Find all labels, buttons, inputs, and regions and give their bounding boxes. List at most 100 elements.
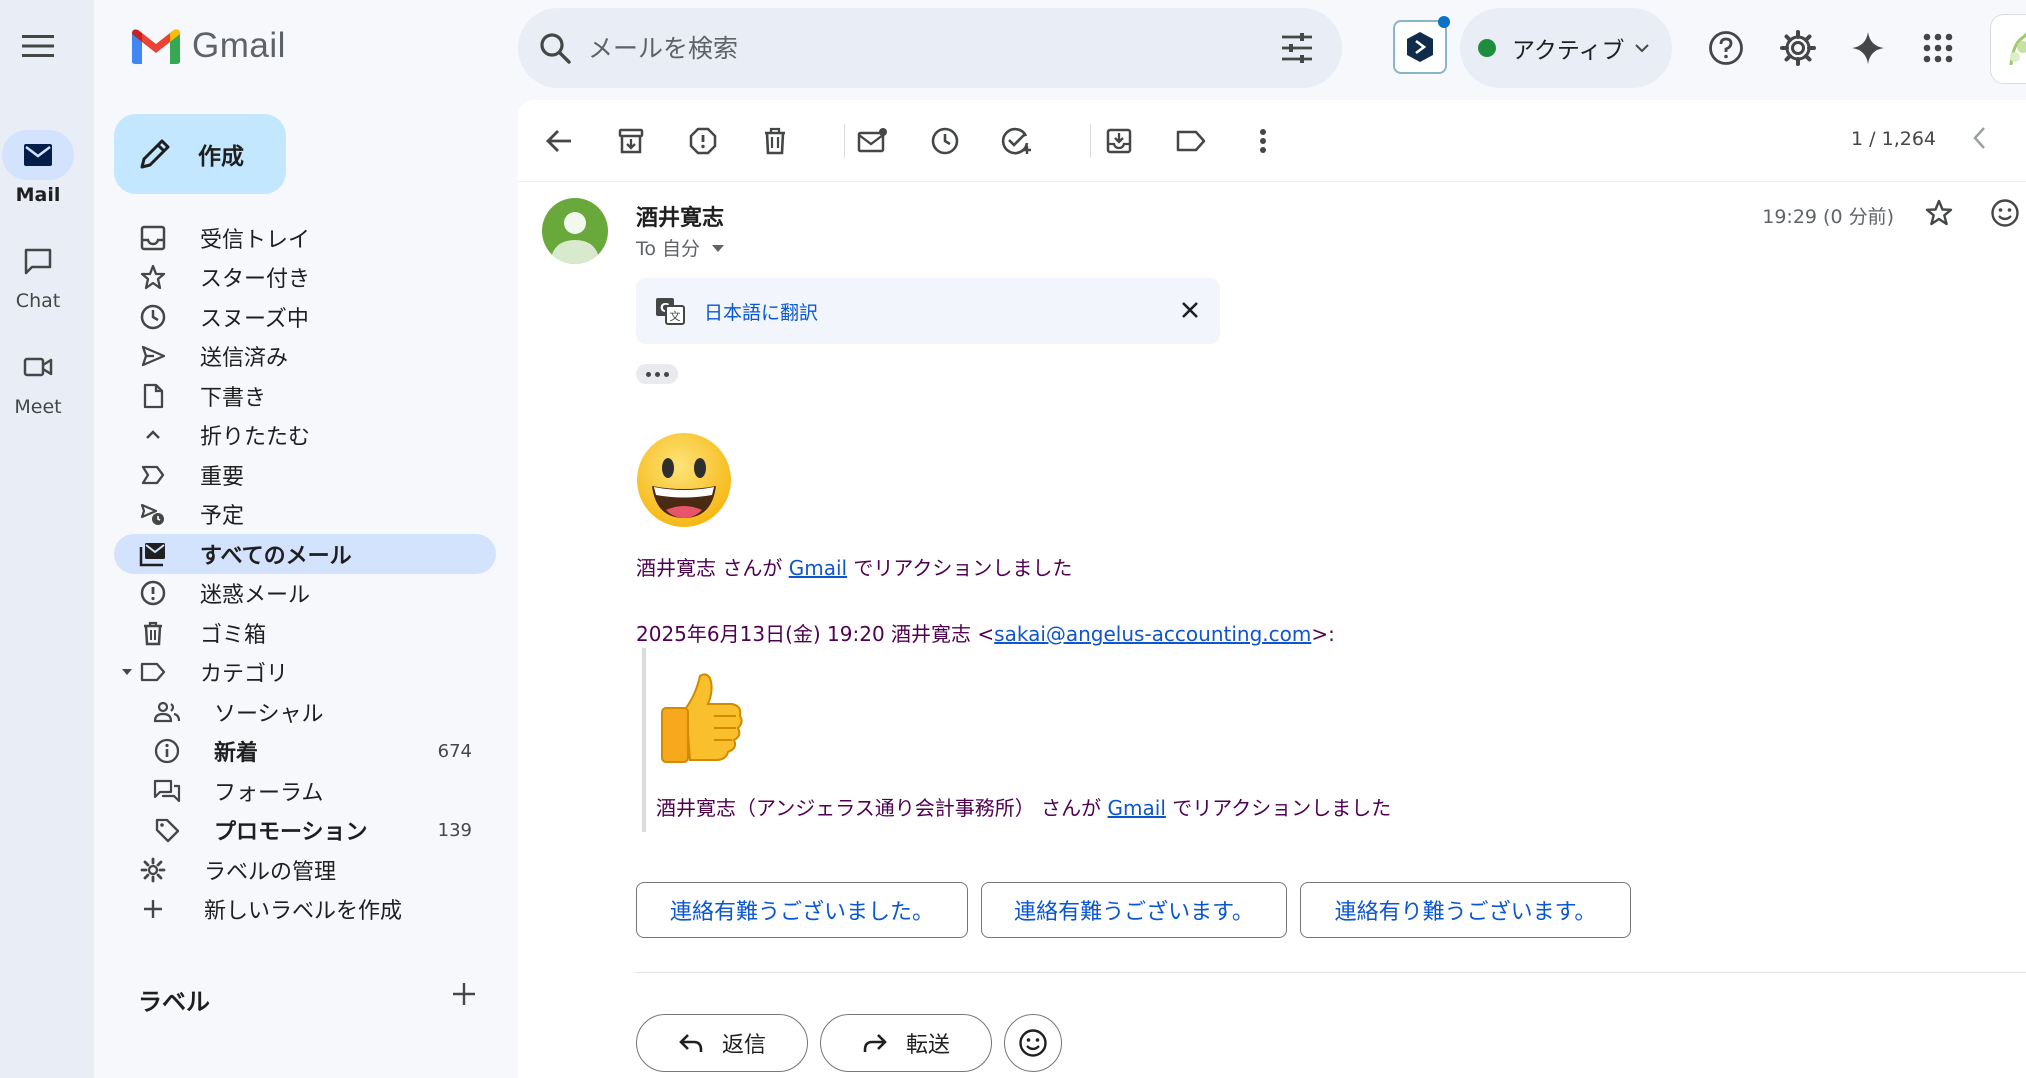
label-icon[interactable] bbox=[1170, 120, 1212, 162]
nav-create-label[interactable]: 新しいラベルを作成 bbox=[114, 890, 496, 930]
add-to-tasks-icon[interactable] bbox=[996, 120, 1038, 162]
quote-header-post: >: bbox=[1311, 622, 1335, 646]
gemini-sparkle-icon[interactable] bbox=[1848, 28, 1888, 68]
show-trimmed-content-button[interactable] bbox=[636, 364, 678, 384]
category-label-icon bbox=[138, 657, 168, 687]
recipient-details[interactable]: To 自分 bbox=[636, 234, 726, 261]
quote-bar bbox=[642, 648, 646, 832]
snooze-icon[interactable] bbox=[924, 120, 966, 162]
status-label: アクティブ bbox=[1512, 38, 1625, 64]
star-message-icon[interactable] bbox=[1924, 198, 1954, 228]
info-icon bbox=[152, 736, 182, 766]
nav-starred[interactable]: スター付き bbox=[114, 258, 496, 298]
social-people-icon bbox=[152, 697, 182, 727]
move-to-icon[interactable] bbox=[1098, 120, 1140, 162]
chevron-left-icon[interactable] bbox=[1970, 124, 1990, 152]
grinning-face-emoji bbox=[634, 430, 734, 530]
promotions-count: 139 bbox=[437, 819, 472, 841]
forward-button[interactable]: 転送 bbox=[820, 1014, 992, 1072]
extension-button[interactable] bbox=[1393, 20, 1447, 74]
smiley-icon bbox=[1019, 1029, 1047, 1057]
quoted-reaction-mid: さんが bbox=[1034, 796, 1108, 820]
nav-promotions[interactable]: プロモーション 139 bbox=[114, 811, 496, 851]
nav-sent[interactable]: 送信済み bbox=[114, 337, 496, 377]
back-arrow-icon[interactable] bbox=[538, 120, 580, 162]
quoted-gmail-link[interactable]: Gmail bbox=[1108, 796, 1166, 820]
search-icon[interactable] bbox=[538, 31, 572, 65]
nav-snoozed-label: スヌーズ中 bbox=[200, 306, 309, 332]
nav-updates[interactable]: 新着 674 bbox=[114, 732, 496, 772]
forum-icon bbox=[152, 776, 182, 806]
nav-manage-labels-label: ラベルの管理 bbox=[204, 859, 337, 885]
add-reaction-icon[interactable] bbox=[1990, 198, 2020, 228]
main-menu-icon[interactable] bbox=[18, 26, 58, 66]
quote-header-pre: 2025年6月13日(金) 19:20 酒井寛志 < bbox=[636, 622, 995, 646]
search-bar bbox=[518, 8, 1342, 88]
sender-avatar[interactable] bbox=[542, 198, 608, 264]
gmail-logo[interactable]: Gmail bbox=[130, 26, 286, 66]
video-camera-icon bbox=[2, 342, 74, 392]
caret-down-icon[interactable] bbox=[120, 665, 134, 679]
compose-button[interactable]: 作成 bbox=[114, 114, 286, 194]
sender-email-link[interactable]: sakai@angelus-accounting.com bbox=[994, 622, 1311, 646]
nav-collapse-label: 折りたたむ bbox=[200, 425, 311, 451]
rail-meet[interactable]: Meet bbox=[0, 342, 76, 418]
search-input[interactable] bbox=[588, 33, 1228, 63]
gear-icon bbox=[138, 855, 168, 885]
help-icon[interactable] bbox=[1706, 28, 1746, 68]
important-label-icon bbox=[138, 460, 168, 490]
person-silhouette-icon bbox=[550, 212, 600, 264]
message-panel: 1 / 1,264 酒井寛志 To 自分 19:29 (0 分前) G文 日本語… bbox=[518, 100, 2026, 1078]
more-options-icon[interactable] bbox=[1242, 120, 1284, 162]
smart-reply-1[interactable]: 連絡有難うございました。 bbox=[636, 882, 968, 938]
sidebar: Gmail 作成 受信トレイ スター付き スヌーズ中 送信済み 下書き 折りたた… bbox=[94, 0, 514, 1078]
reaction-text-mid: さんが bbox=[716, 556, 789, 580]
smart-reply-2[interactable]: 連絡有難うございます。 bbox=[981, 882, 1287, 938]
rail-mail[interactable]: Mail bbox=[0, 130, 76, 206]
nav-all-mail[interactable]: すべてのメール bbox=[114, 534, 496, 574]
nav-drafts[interactable]: 下書き bbox=[114, 376, 496, 416]
svg-text:文: 文 bbox=[670, 309, 681, 323]
nav-manage-labels[interactable]: ラベルの管理 bbox=[114, 850, 496, 890]
nav-social-label: ソーシャル bbox=[214, 701, 324, 727]
recipient-label: To 自分 bbox=[636, 238, 701, 260]
mark-unread-icon[interactable] bbox=[852, 120, 894, 162]
emoji-reaction-button[interactable] bbox=[1004, 1014, 1062, 1072]
nav-inbox[interactable]: 受信トレイ bbox=[114, 218, 496, 258]
settings-gear-icon[interactable] bbox=[1778, 28, 1818, 68]
nav-social[interactable]: ソーシャル bbox=[114, 692, 496, 732]
quoted-reaction-end: でリアクションしました bbox=[1165, 796, 1392, 820]
sender-name[interactable]: 酒井寛志 bbox=[636, 200, 724, 232]
nav-categories[interactable]: カテゴリ bbox=[114, 653, 496, 693]
nav-collapse[interactable]: 折りたたむ bbox=[114, 416, 496, 456]
brand-name: Gmail bbox=[192, 26, 286, 65]
ellipsis-dot bbox=[663, 371, 669, 377]
delete-icon[interactable] bbox=[754, 120, 796, 162]
gmail-link[interactable]: Gmail bbox=[789, 556, 847, 580]
apps-grid-icon[interactable] bbox=[1918, 28, 1958, 68]
status-selector[interactable]: アクティブ bbox=[1460, 8, 1672, 88]
rail-chat-label: Chat bbox=[15, 290, 61, 312]
updates-count: 674 bbox=[437, 740, 472, 762]
account-avatar[interactable] bbox=[1990, 14, 2026, 84]
thumbs-up-emoji bbox=[656, 670, 746, 766]
nav-forums[interactable]: フォーラム bbox=[114, 771, 496, 811]
nav-trash[interactable]: ゴミ箱 bbox=[114, 613, 496, 653]
archive-icon[interactable] bbox=[610, 120, 652, 162]
translate-link[interactable]: 日本語に翻訳 bbox=[704, 298, 818, 325]
all-mail-icon bbox=[138, 539, 168, 569]
toolbar-divider bbox=[1090, 124, 1091, 158]
nav-snoozed[interactable]: スヌーズ中 bbox=[114, 297, 496, 337]
rail-chat[interactable]: Chat bbox=[0, 236, 76, 312]
smart-reply-3[interactable]: 連絡有り難うございます。 bbox=[1300, 882, 1631, 938]
forward-label: 転送 bbox=[905, 1033, 950, 1058]
report-spam-icon[interactable] bbox=[682, 120, 724, 162]
nav-important[interactable]: 重要 bbox=[114, 455, 496, 495]
add-label-icon[interactable] bbox=[450, 980, 480, 1010]
nav-scheduled[interactable]: 予定 bbox=[114, 495, 496, 535]
nav-spam[interactable]: 迷惑メール bbox=[114, 574, 496, 614]
close-icon[interactable] bbox=[1178, 298, 1202, 322]
search-options-icon[interactable] bbox=[1280, 32, 1314, 64]
message-toolbar: 1 / 1,264 bbox=[518, 100, 2026, 182]
reply-button[interactable]: 返信 bbox=[636, 1014, 808, 1072]
